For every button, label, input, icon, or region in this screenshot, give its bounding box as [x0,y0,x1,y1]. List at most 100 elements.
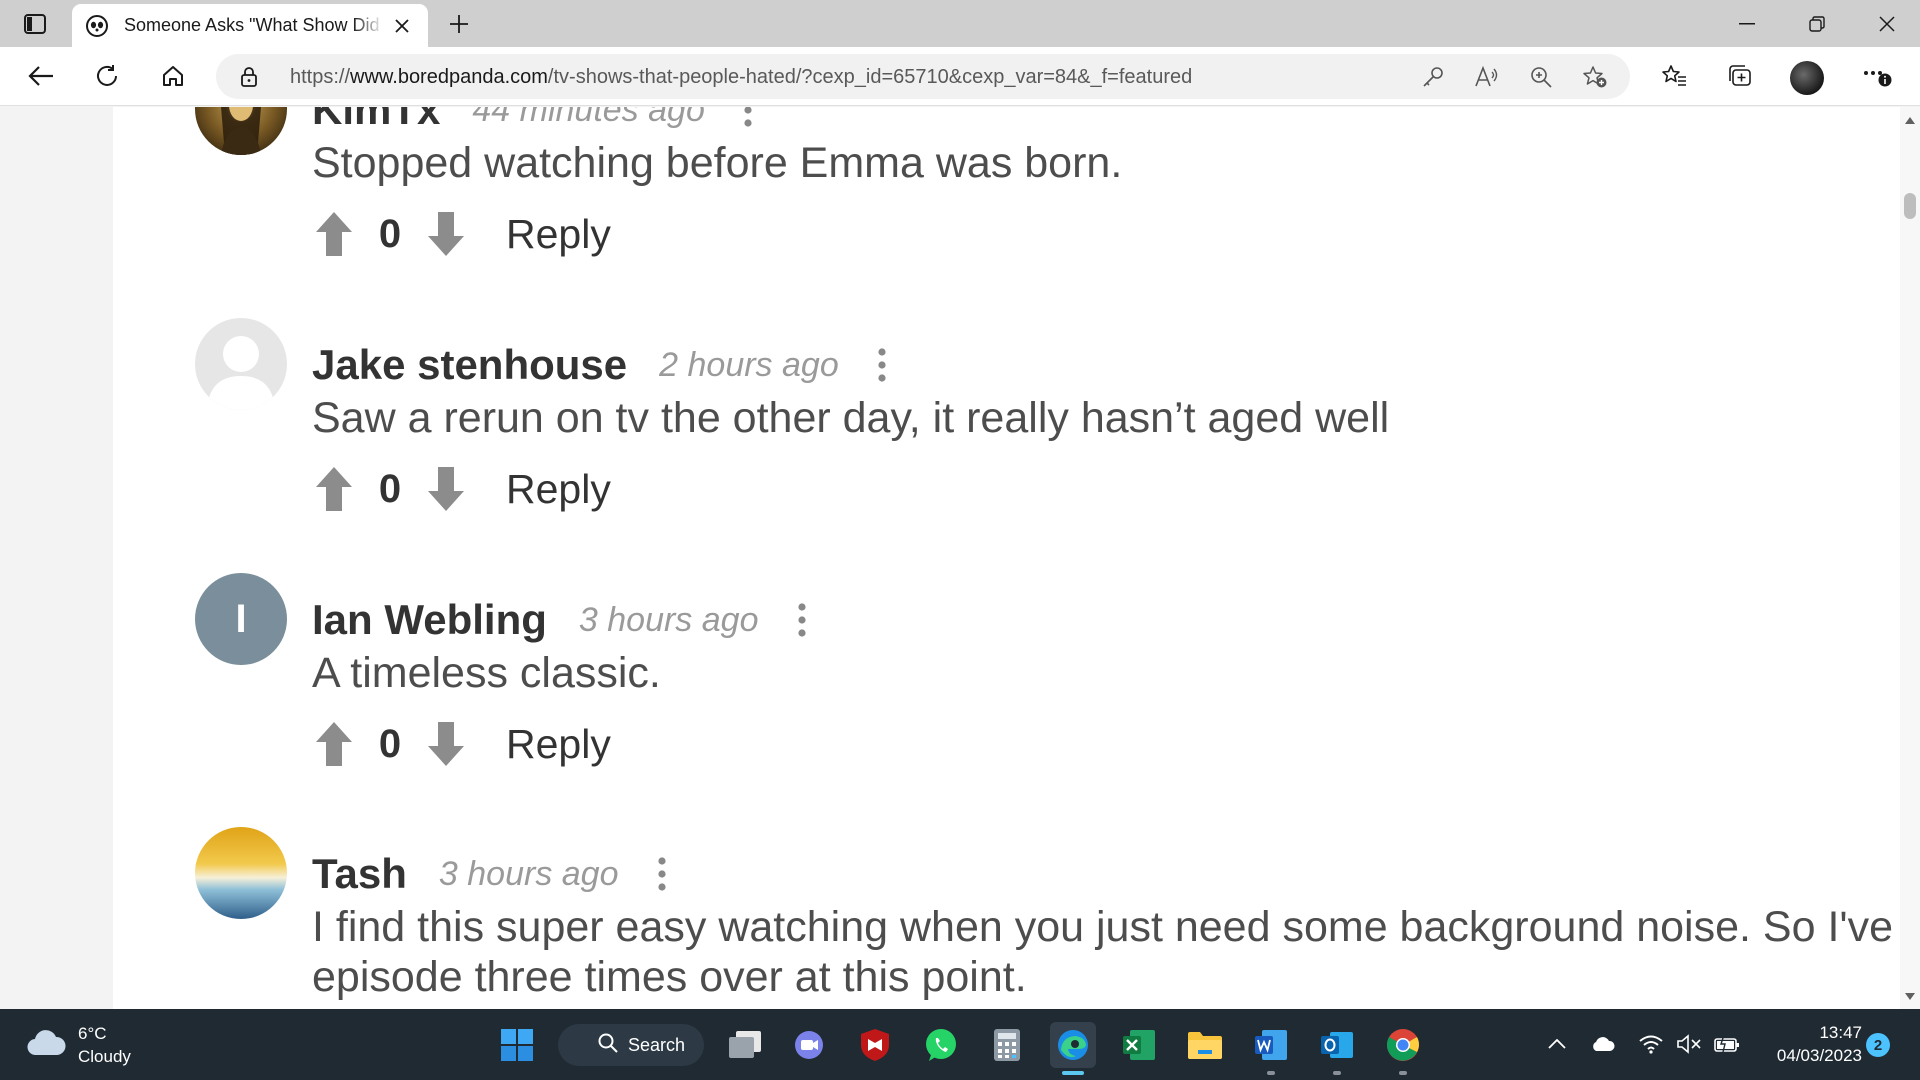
home-icon[interactable] [152,55,194,97]
add-favorite-icon[interactable] [1580,63,1610,91]
lock-icon[interactable] [240,66,258,93]
notification-badge[interactable]: 2 [1866,1033,1890,1057]
show-hidden-icons-chevron-icon[interactable] [1544,1031,1570,1057]
running-indicator [1267,1071,1275,1075]
new-tab-icon[interactable] [442,8,476,40]
active-tab[interactable]: Someone Asks "What Show Did You Love Tha… [72,4,428,47]
start-icon[interactable] [494,1022,540,1068]
key-icon[interactable] [1418,63,1448,91]
comment-header: Tash 3 hours ago [312,849,667,899]
comment-header: Ian Webling 3 hours ago [312,595,807,645]
comment-header: Jake stenhouse 2 hours ago [312,340,887,390]
weather-temp: 6°C [78,1024,107,1043]
back-arrow-icon[interactable] [20,55,62,97]
upvote-arrow-icon[interactable] [312,719,356,769]
comment-header: KimTx 44 minutes ago [312,107,753,135]
comment-author[interactable]: Tash [312,850,407,898]
vote-score: 0 [378,466,402,511]
comment-text: Stopped watching before Emma was born. [312,139,1123,187]
calculator-icon[interactable] [984,1022,1030,1068]
comment-actions: 0 Reply [312,719,611,769]
address-bar[interactable]: https://www.boredpanda.com/tv-shows-that… [216,54,1630,99]
word-icon[interactable] [1248,1022,1294,1075]
excel-icon[interactable] [1116,1022,1162,1068]
reply-button[interactable]: Reply [506,211,611,258]
outlook-icon[interactable] [1314,1022,1360,1075]
minimize-icon[interactable] [1712,0,1782,47]
avatar-default-person-icon[interactable] [195,318,287,410]
kebab-menu-icon[interactable] [797,600,807,640]
profile-avatar[interactable] [1790,61,1824,95]
kebab-menu-icon[interactable] [743,107,753,130]
comment-author[interactable]: Ian Webling [312,596,547,644]
refresh-icon[interactable] [86,55,128,97]
page-scrollbar[interactable] [1900,107,1920,1009]
avatar-initial[interactable]: I [195,573,287,665]
comment-text: A timeless classic. [312,649,661,697]
taskbar-search[interactable]: Search [558,1024,704,1066]
avatar-mona-lisa[interactable] [195,107,287,155]
comment-author[interactable]: Jake stenhouse [312,341,627,389]
windows-taskbar: 6°C Cloudy Search 13:47 04/03/2023 2 [0,1009,1920,1080]
avatar-sunset[interactable] [195,827,287,919]
scrollbar-thumb[interactable] [1904,193,1916,219]
browser-toolbar: https://www.boredpanda.com/tv-shows-that… [0,47,1920,106]
file-explorer-icon[interactable] [1182,1022,1228,1068]
upvote-arrow-icon[interactable] [312,464,356,514]
reply-button[interactable]: Reply [506,466,611,513]
restore-icon[interactable] [1782,0,1852,47]
read-aloud-icon[interactable] [1472,63,1502,91]
close-tab-icon[interactable] [390,14,414,38]
system-clock[interactable]: 13:47 04/03/2023 [1752,1021,1862,1067]
vote-score: 0 [378,721,402,766]
collections-icon[interactable] [1719,55,1761,97]
close-window-icon[interactable] [1852,0,1920,47]
tab-actions-icon[interactable] [14,8,56,40]
task-view-icon[interactable] [722,1022,768,1068]
kebab-menu-icon[interactable] [657,854,667,894]
teams-chat-icon[interactable] [786,1022,832,1068]
chrome-icon[interactable] [1380,1022,1426,1075]
tab-strip: Someone Asks "What Show Did You Love Tha… [0,0,1920,47]
downvote-arrow-icon[interactable] [424,209,468,259]
reply-button[interactable]: Reply [506,721,611,768]
comments-section: KimTx 44 minutes ago Stopped watching be… [113,107,1900,1009]
weather-widget[interactable]: 6°C Cloudy [26,1021,176,1069]
comment-time[interactable]: 3 hours ago [439,855,619,894]
comment-author[interactable]: KimTx [312,107,440,134]
comment-text: Saw a rerun on tv the other day, it real… [312,394,1390,442]
clock-time: 13:47 [1819,1023,1862,1042]
clock-date: 04/03/2023 [1776,1046,1862,1065]
wifi-icon[interactable] [1638,1031,1664,1057]
comment-time[interactable]: 2 hours ago [659,346,839,385]
more-icon[interactable] [1856,55,1898,97]
zoom-icon[interactable] [1526,63,1556,91]
scroll-down-arrow-icon[interactable] [1900,987,1920,1005]
downvote-arrow-icon[interactable] [424,464,468,514]
running-indicator [1399,1071,1407,1075]
vote-score: 0 [378,211,402,256]
search-icon [598,1033,618,1058]
page-viewport: KimTx 44 minutes ago Stopped watching be… [0,107,1900,1009]
url-path: /tv-shows-that-people-hated/?cexp_id=657… [547,66,1193,88]
whatsapp-icon[interactable] [918,1022,964,1068]
kebab-menu-icon[interactable] [877,345,887,385]
comment-text: I find this super easy watching when you… [312,903,1900,951]
mcafee-icon[interactable] [852,1022,898,1068]
upvote-arrow-icon[interactable] [312,209,356,259]
comment-actions: 0 Reply [312,209,611,259]
scroll-up-arrow-icon[interactable] [1900,111,1920,129]
comment-time[interactable]: 44 minutes ago [472,107,705,130]
active-indicator [1062,1071,1084,1075]
volume-muted-icon[interactable] [1676,1031,1702,1057]
battery-charging-icon[interactable] [1714,1031,1740,1057]
onedrive-cloud-icon[interactable] [1590,1031,1616,1057]
favorites-icon[interactable] [1653,55,1695,97]
comment-actions: 0 Reply [312,464,611,514]
edge-icon[interactable] [1050,1022,1096,1075]
comment-time[interactable]: 3 hours ago [579,601,759,640]
comment-text-line-2: episode three times over at this point. [312,953,1027,1001]
downvote-arrow-icon[interactable] [424,719,468,769]
url-prefix: https:// [290,66,351,88]
avatar-initial-letter: I [235,596,247,641]
